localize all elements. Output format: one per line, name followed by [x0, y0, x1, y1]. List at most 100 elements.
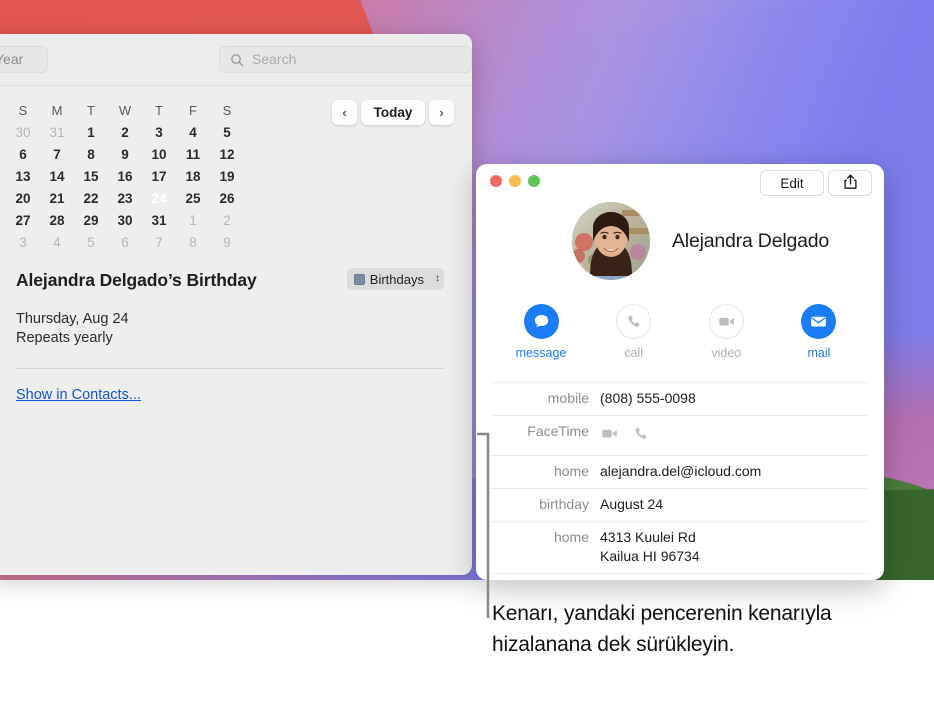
contact-titlebar: Edit — [476, 164, 884, 204]
search-placeholder: Search — [252, 51, 297, 67]
calendar-day-cell[interactable]: 11 — [176, 144, 210, 166]
calendar-day-cell[interactable]: 5 — [210, 122, 244, 144]
calendar-body: ‹ Today › SMTWTFS 30 31 1 2 3 4 5 6 7 8 9 10 11 12 13 1… — [0, 86, 472, 403]
action-label: call — [624, 346, 644, 360]
calendar-day-cell[interactable]: 1 — [176, 210, 210, 232]
calendar-day-cell[interactable]: 2 — [108, 122, 142, 144]
calendar-day-cell[interactable]: 1 — [74, 122, 108, 144]
calendar-day-cell[interactable]: 21 — [40, 188, 74, 210]
share-icon — [843, 174, 858, 193]
calendar-day-cell[interactable]: 6 — [6, 144, 40, 166]
action-label: message — [515, 346, 567, 360]
calendar-day-cell[interactable]: 3 — [142, 122, 176, 144]
weekday-header: F — [189, 103, 197, 118]
contact-field-value: 4313 Kuulei Rd Kailua HI 96734 — [600, 529, 700, 564]
calendar-day-cell[interactable]: 20 — [6, 188, 40, 210]
calendar-day-cell[interactable]: 13 — [6, 166, 40, 188]
action-button-call[interactable]: call — [597, 304, 671, 360]
calendar-week-row: 27 28 29 30 31 1 2 — [6, 210, 460, 232]
calendar-day-cell[interactable]: 4 — [176, 122, 210, 144]
calendar-day-cell[interactable]: 6 — [108, 232, 142, 254]
calendar-day-cell[interactable]: 3 — [6, 232, 40, 254]
action-label: video — [711, 346, 742, 360]
calendar-day-cell[interactable]: 14 — [40, 166, 74, 188]
calendar-toolbar: Year Search — [0, 34, 472, 86]
share-button[interactable] — [828, 170, 872, 196]
contact-field-row[interactable]: birthday August 24 — [490, 489, 870, 522]
previous-month-button[interactable]: ‹ — [332, 100, 357, 125]
action-button-video[interactable]: video — [689, 304, 763, 360]
contact-field-label: birthday — [539, 496, 589, 512]
calendar-day-cell[interactable]: 9 — [108, 144, 142, 166]
show-in-contacts-link[interactable]: Show in Contacts... — [16, 387, 444, 403]
calendar-day-cell[interactable]: 30 — [108, 210, 142, 232]
calendar-window: Year Search ‹ Today › SMTWTFS 3031123456… — [0, 34, 472, 575]
calendar-select-label: Birthdays — [369, 271, 424, 287]
contact-action-buttons: message call video mail — [476, 304, 884, 360]
contact-identity: Alejandra Delgado — [476, 202, 884, 280]
calendar-day-cell[interactable]: 17 — [142, 166, 176, 188]
action-button-mail[interactable]: mail — [782, 304, 856, 360]
contact-field-row[interactable]: home alejandra.del@icloud.com — [490, 456, 870, 489]
calendar-day-cell[interactable]: 7 — [40, 144, 74, 166]
calendar-day-cell[interactable]: 31 — [142, 210, 176, 232]
search-icon — [230, 53, 244, 67]
calendar-day-cell[interactable]: 19 — [210, 166, 244, 188]
contact-field-label: home — [553, 529, 589, 545]
calendar-day-cell[interactable]: 26 — [210, 188, 244, 210]
calendar-day-cell[interactable]: 8 — [176, 232, 210, 254]
instruction-caption: Kenarı, yandaki pencerenin kenarıyla hiz… — [492, 602, 832, 656]
weekday-header: S — [18, 103, 28, 118]
calendar-day-cell[interactable]: 27 — [6, 210, 40, 232]
chevron-up-down-icon: ↕ — [435, 273, 440, 284]
contact-name: Alejandra Delgado — [672, 229, 830, 252]
event-date: Thursday, Aug 24 — [16, 311, 129, 327]
contact-field-row[interactable]: mobile (808) 555-0098 — [490, 382, 870, 416]
calendar-day-cell[interactable]: 7 — [142, 232, 176, 254]
avatar — [572, 202, 650, 280]
calendar-day-cell[interactable]: 2 — [210, 210, 244, 232]
calendar-day-cell[interactable]: 30 — [6, 122, 40, 144]
calendar-day-cell[interactable]: 5 — [74, 232, 108, 254]
contact-field-value: August 24 — [600, 496, 664, 512]
contact-field-row[interactable]: home 4313 Kuulei Rd Kailua HI 96734 — [490, 522, 870, 574]
weekday-header: W — [118, 103, 132, 118]
close-icon[interactable] — [490, 175, 502, 187]
contact-fields: mobile (808) 555-0098 FaceTime home alejandr… — [476, 382, 884, 574]
contact-field-row[interactable]: FaceTime — [490, 416, 870, 456]
calendar-day-cell[interactable]: 4 — [40, 232, 74, 254]
calendar-select[interactable]: Birthdays ↕ — [346, 268, 444, 290]
calendar-day-cell[interactable]: 12 — [210, 144, 244, 166]
calendar-day-cell[interactable]: 10 — [142, 144, 176, 166]
calendar-day-cell-today[interactable]: 24 — [142, 188, 176, 210]
today-button[interactable]: Today — [361, 100, 425, 125]
calendar-day-cell[interactable]: 15 — [74, 166, 108, 188]
month-grid: 30 31 1 2 3 4 5 6 7 8 9 10 11 12 13 14 15 16 17 18 19 20 21 22 2… — [0, 122, 460, 254]
contact-field-label: FaceTime — [527, 423, 589, 439]
calendar-day-cell[interactable]: 22 — [74, 188, 108, 210]
calendar-week-row: 3456789 — [6, 232, 460, 254]
action-button-message[interactable]: message — [504, 304, 578, 360]
year-button[interactable]: Year — [0, 46, 48, 73]
next-month-button[interactable]: › — [429, 100, 454, 125]
phone-icon — [616, 304, 652, 339]
phone-icon[interactable] — [632, 425, 649, 447]
calendar-day-cell[interactable]: 16 — [108, 166, 142, 188]
calendar-day-cell[interactable]: 8 — [74, 144, 108, 166]
event-divider — [16, 368, 444, 369]
calendar-day-cell[interactable]: 28 — [40, 210, 74, 232]
contact-field-value: alejandra.del@icloud.com — [600, 463, 762, 479]
calendar-day-cell[interactable]: 23 — [108, 188, 142, 210]
edit-button[interactable]: Edit — [760, 170, 824, 196]
calendar-day-cell[interactable]: 9 — [210, 232, 244, 254]
search-input[interactable]: Search — [219, 46, 472, 73]
calendar-day-cell[interactable]: 25 — [176, 188, 210, 210]
calendar-day-cell[interactable]: 31 — [40, 122, 74, 144]
minimize-icon[interactable] — [509, 175, 521, 187]
zoom-icon[interactable] — [528, 175, 540, 187]
video-camera-icon — [708, 304, 744, 339]
video-camera-icon[interactable] — [600, 424, 619, 448]
contact-field-label: home — [553, 463, 589, 479]
calendar-day-cell[interactable]: 18 — [176, 166, 210, 188]
calendar-day-cell[interactable]: 29 — [74, 210, 108, 232]
